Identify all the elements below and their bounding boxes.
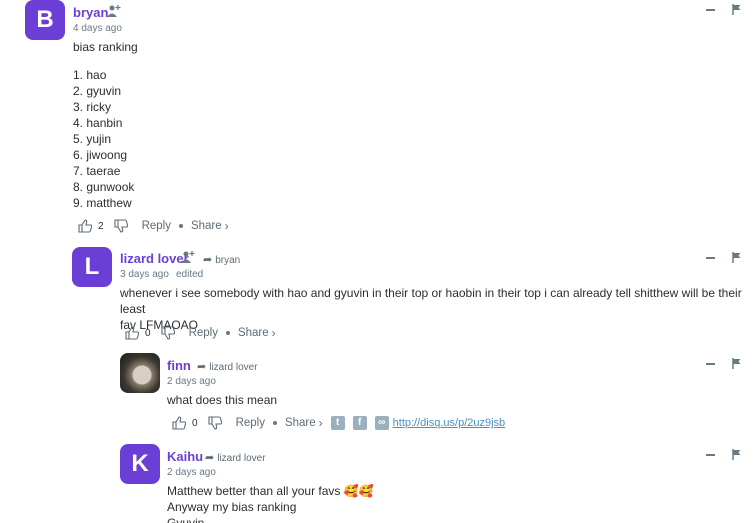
comment: L lizard lover ➦ bryan 3 days ago edited … — [0, 247, 755, 347]
separator-dot — [272, 421, 277, 425]
upvote-count: 0 — [145, 327, 151, 339]
comment-author[interactable]: finn — [167, 358, 191, 373]
comment-line: 8. gunwook — [73, 180, 135, 194]
reply-to-label[interactable]: ➦ lizard lover — [197, 360, 258, 373]
reply-arrow-icon: ➦ — [197, 361, 207, 373]
reply-to-author[interactable]: lizard lover — [209, 362, 257, 373]
thumbs-up-icon[interactable] — [125, 326, 139, 340]
edited-label: edited — [176, 269, 204, 280]
avatar[interactable]: B — [25, 0, 65, 40]
thumbs-down-icon[interactable] — [161, 326, 175, 340]
comment-timestamp[interactable]: 2 days ago — [167, 376, 216, 387]
comment-timestamp[interactable]: 3 days ago — [120, 269, 169, 280]
comment-actions: 2 Reply Share › — [78, 219, 229, 233]
comment-line: Matthew better than all your favs 🥰🥰 — [167, 484, 374, 498]
thumbs-down-icon[interactable] — [208, 416, 222, 430]
upvote-count: 2 — [98, 220, 104, 232]
comment-controls — [706, 252, 742, 264]
comment-line: bias ranking — [73, 40, 138, 54]
thumbs-up-icon[interactable] — [78, 219, 92, 233]
comment-line: 4. hanbin — [73, 116, 123, 130]
comment-line: 1. hao — [73, 68, 107, 82]
comment-controls — [706, 449, 742, 461]
comment-line: 6. jiwoong — [73, 148, 128, 162]
twitter-icon[interactable]: t — [330, 416, 345, 430]
comment-actions: 0 Reply Share › t f ∞ http://disq.us/p/2u… — [172, 416, 505, 430]
follow-icon[interactable] — [107, 5, 121, 17]
comment-body: what does this mean — [167, 392, 277, 408]
comment-body: Matthew better than all your favs 🥰🥰 Any… — [167, 483, 374, 523]
comment-timestamp[interactable]: 2 days ago — [167, 467, 216, 478]
comment-line: Anyway my bias ranking — [167, 500, 297, 514]
minimize-icon[interactable] — [706, 363, 715, 365]
comment: finn ➦ lizard lover 2 days ago what does … — [0, 353, 755, 435]
flag-icon[interactable] — [732, 4, 742, 15]
comment-actions: 0 Reply Share › — [125, 326, 276, 340]
reply-button[interactable]: Reply — [189, 327, 218, 339]
reply-button[interactable]: Reply — [142, 220, 171, 232]
reply-arrow-icon: ➦ — [203, 254, 213, 266]
comment: B bryan 4 days ago bias ranking 1. hao 2… — [0, 0, 755, 240]
share-button[interactable]: Share — [285, 417, 316, 429]
comment-author[interactable]: bryan — [73, 5, 108, 20]
facebook-icon[interactable]: f — [352, 416, 367, 430]
reply-to-author[interactable]: bryan — [215, 255, 240, 266]
comment-controls — [706, 358, 742, 370]
chevron-right-icon[interactable]: › — [319, 416, 323, 430]
share-button[interactable]: Share — [191, 220, 222, 232]
comment-line: 9. matthew — [73, 196, 132, 210]
comment: K Kaihu ➦ lizard lover 2 days ago Matthew… — [0, 444, 755, 523]
thumbs-down-icon[interactable] — [114, 219, 128, 233]
avatar[interactable]: K — [120, 444, 160, 484]
share-link[interactable]: http://disq.us/p/2uz9jsb — [393, 417, 506, 429]
comment-author[interactable]: Kaihu — [167, 449, 203, 464]
upvote-count: 0 — [192, 417, 198, 429]
chevron-right-icon[interactable]: › — [272, 326, 276, 340]
comment-author[interactable]: lizard lover — [120, 251, 189, 266]
flag-icon[interactable] — [732, 449, 742, 460]
minimize-icon[interactable] — [706, 454, 715, 456]
reply-arrow-icon: ➦ — [205, 452, 215, 464]
avatar[interactable]: L — [72, 247, 112, 287]
comment-line: 3. ricky — [73, 100, 112, 114]
flag-icon[interactable] — [732, 252, 742, 263]
comment-controls — [706, 4, 742, 16]
link-icon[interactable]: ∞ — [374, 416, 389, 430]
comment-line: what does this mean — [167, 393, 278, 407]
reply-to-author[interactable]: lizard lover — [217, 453, 265, 464]
comment-line: 2. gyuvin — [73, 84, 122, 98]
comment-timestamp[interactable]: 4 days ago — [73, 23, 122, 34]
follow-icon[interactable] — [181, 251, 195, 263]
share-button[interactable]: Share — [238, 327, 269, 339]
comment-body: bias ranking 1. hao 2. gyuvin 3. ricky 4… — [73, 39, 138, 211]
minimize-icon[interactable] — [706, 9, 715, 11]
comment-line: whenever i see somebody with hao and gyu… — [120, 286, 742, 316]
separator-dot — [178, 224, 183, 228]
comment-line: 7. taerae — [73, 164, 121, 178]
comment-line: Gyuvin — [167, 516, 205, 523]
reply-button[interactable]: Reply — [236, 417, 265, 429]
comment-line — [73, 55, 138, 67]
reply-to-label[interactable]: ➦ lizard lover — [205, 451, 266, 464]
reply-to-label[interactable]: ➦ bryan — [203, 253, 240, 266]
chevron-right-icon[interactable]: › — [225, 219, 229, 233]
avatar[interactable] — [120, 353, 160, 393]
flag-icon[interactable] — [732, 358, 742, 369]
separator-dot — [225, 331, 230, 335]
thumbs-up-icon[interactable] — [172, 416, 186, 430]
comment-line: 5. yujin — [73, 132, 112, 146]
minimize-icon[interactable] — [706, 257, 715, 259]
